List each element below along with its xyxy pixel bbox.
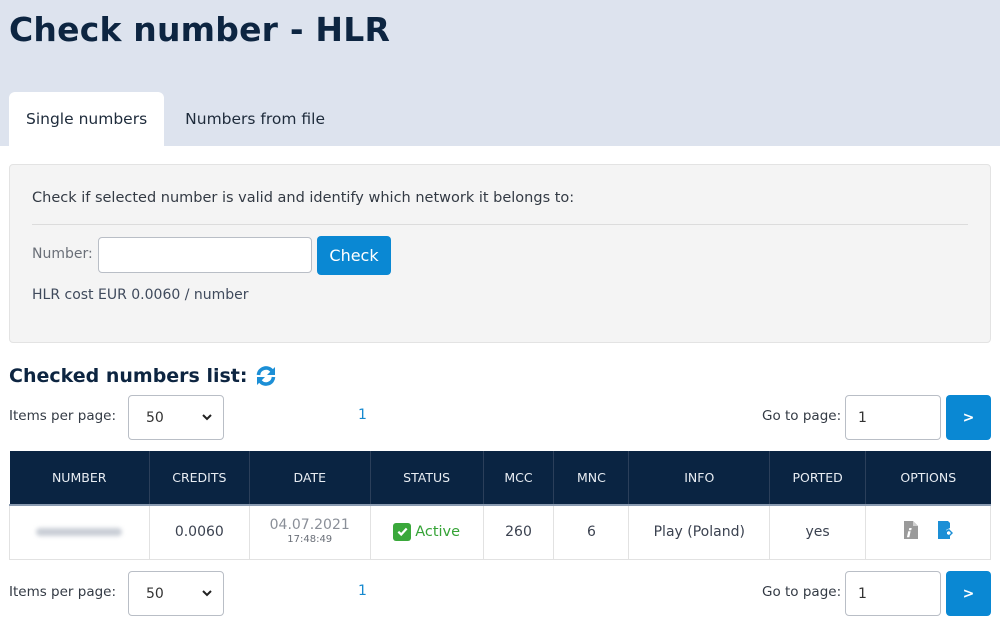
items-per-page-label: Items per page: xyxy=(9,408,117,424)
cell-mnc: 6 xyxy=(553,504,630,560)
page-header: Check number - HLR Single numbers Number… xyxy=(0,0,1000,146)
go-to-page-button[interactable]: > xyxy=(946,395,991,440)
tab-single-numbers[interactable]: Single numbers xyxy=(9,92,165,146)
hlr-cost-text: HLR cost EUR 0.0060 / number xyxy=(32,287,249,303)
column-header-number: NUMBER xyxy=(9,451,150,506)
items-per-page-select[interactable]: 50 xyxy=(128,571,224,616)
export-icon[interactable] xyxy=(936,520,954,540)
tab-bar: Single numbers Numbers from file xyxy=(9,92,342,146)
column-header-mcc: MCC xyxy=(483,451,555,506)
column-header-mnc: MNC xyxy=(553,451,630,506)
go-to-page-label: Go to page: xyxy=(762,584,842,600)
table-header-row: NUMBER CREDITS DATE STATUS MCC MNC INFO … xyxy=(9,451,991,506)
cell-options xyxy=(865,504,991,560)
table-row: 0.0060 04.07.2021 17:48:49 Active 260 6 … xyxy=(9,504,991,560)
go-to-page-input[interactable] xyxy=(845,395,941,440)
items-per-page-value: 50 xyxy=(146,585,164,602)
check-number-panel: Check if selected number is valid and id… xyxy=(9,164,991,343)
go-to-page-input[interactable] xyxy=(845,571,941,616)
number-input[interactable] xyxy=(98,237,312,273)
status-text: Active xyxy=(415,523,461,540)
column-header-ported: PORTED xyxy=(769,451,867,506)
items-per-page-value: 50 xyxy=(146,409,164,426)
cell-ported: yes xyxy=(769,504,867,560)
column-header-info: INFO xyxy=(628,451,771,506)
pager-bottom: Items per page: 50 1 Go to page: > xyxy=(9,571,991,616)
status-badge: Active xyxy=(393,522,461,541)
checked-numbers-title: Checked numbers list: xyxy=(9,364,278,388)
date-value: 04.07.2021 xyxy=(269,517,350,534)
file-info-icon[interactable] xyxy=(902,520,920,540)
number-label: Number: xyxy=(32,246,93,262)
go-to-page-button[interactable]: > xyxy=(946,571,991,616)
checked-numbers-table: NUMBER CREDITS DATE STATUS MCC MNC INFO … xyxy=(9,451,991,560)
cell-date: 04.07.2021 17:48:49 xyxy=(248,504,371,560)
column-header-options: OPTIONS xyxy=(865,451,991,506)
cell-info: Play (Poland) xyxy=(628,504,771,560)
cell-status: Active xyxy=(369,504,484,560)
column-header-status: STATUS xyxy=(370,451,484,506)
pager-top: Items per page: 50 1 Go to page: > xyxy=(9,395,991,440)
chevron-down-icon xyxy=(202,414,212,421)
column-header-date: DATE xyxy=(249,451,371,506)
go-to-page-label: Go to page: xyxy=(762,408,842,424)
page-title: Check number - HLR xyxy=(9,10,391,49)
checked-numbers-title-text: Checked numbers list: xyxy=(9,365,248,387)
refresh-icon[interactable] xyxy=(254,364,278,388)
items-per-page-label: Items per page: xyxy=(9,584,117,600)
check-button[interactable]: Check xyxy=(317,236,391,275)
cell-mcc: 260 xyxy=(482,504,555,560)
panel-description: Check if selected number is valid and id… xyxy=(32,190,575,206)
cell-number xyxy=(9,504,150,560)
page-link-1[interactable]: 1 xyxy=(358,407,367,423)
tab-numbers-from-file[interactable]: Numbers from file xyxy=(164,92,342,146)
column-header-credits: CREDITS xyxy=(149,451,250,506)
items-per-page-select[interactable]: 50 xyxy=(128,395,224,440)
check-icon xyxy=(393,522,412,541)
blurred-number xyxy=(36,528,123,537)
chevron-down-icon xyxy=(202,590,212,597)
time-value: 17:48:49 xyxy=(287,534,333,546)
panel-divider xyxy=(32,224,968,225)
page-link-1[interactable]: 1 xyxy=(358,583,367,599)
cell-credits: 0.0060 xyxy=(148,504,250,560)
